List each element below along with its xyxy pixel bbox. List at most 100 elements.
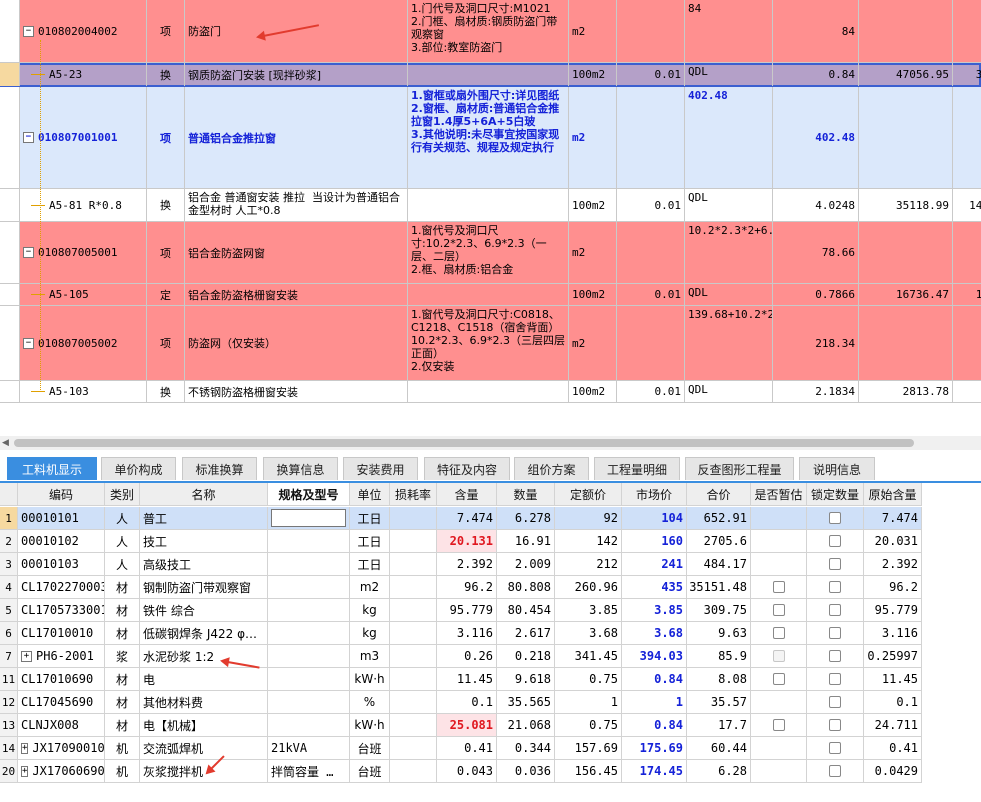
cell-content[interactable]: 3.116 [437,622,497,644]
cell-qty[interactable]: 80.808 [497,576,555,598]
cell-price[interactable] [859,87,953,188]
quota-row[interactable]: A5-103 换 不锈钢防盗格栅窗安装 100m2 0.01 QDL 2.1834 2813.… [0,381,981,403]
cell-price[interactable] [859,222,953,283]
cell-loss[interactable] [390,553,437,575]
spec-edit-field[interactable] [271,509,346,527]
table-row[interactable]: 2 00010102 人技工 工日 20.131 16.91 142 160 2705.6 20.… [0,530,922,553]
cell-est[interactable] [751,599,807,621]
column-header[interactable]: 合价 [687,483,751,505]
cell-name[interactable]: 电 [140,668,268,690]
cell-extra[interactable]: 141 [953,189,981,221]
cell-market[interactable]: 3.85 [622,599,687,621]
cell-type[interactable]: 人 [105,553,140,575]
cell-qty[interactable]: 0.036 [497,760,555,782]
cell-type[interactable]: 材 [105,691,140,713]
cell-desc[interactable] [408,63,569,86]
checkbox[interactable] [772,627,785,639]
cell-extra[interactable] [953,0,981,62]
cell-qty[interactable] [617,0,685,62]
cell-qty[interactable]: 80.454 [497,599,555,621]
checkbox[interactable] [829,535,841,547]
cell-total[interactable]: 35.57 [687,691,751,713]
cell-lock[interactable] [807,622,864,644]
column-header[interactable]: 规格及型号 [268,483,350,505]
cell-est[interactable] [751,760,807,782]
tab-4[interactable]: 安装费用 [343,457,418,480]
cell-name[interactable]: 水泥砂浆 1:2 [140,645,268,667]
column-header[interactable]: 名称 [140,483,268,505]
checkbox[interactable] [829,765,841,777]
collapse-toggle-icon[interactable]: − [23,247,34,258]
cell-unit[interactable]: 工日 [350,553,390,575]
table-row[interactable]: 13 CLNJX008 材电【机械】 kW·h 25.081 21.068 0.75 0.84… [0,714,922,737]
cell-unit[interactable]: 100m2 [569,189,617,221]
checkbox[interactable] [829,673,841,685]
collapse-toggle-icon[interactable]: − [23,337,34,349]
cell-est[interactable] [751,576,807,598]
column-header[interactable]: 定额价 [555,483,622,505]
cell-total[interactable]: 2705.6 [687,530,751,552]
cell-lock[interactable] [807,507,864,529]
cell-unit[interactable]: 100m2 [569,381,617,402]
cell-est[interactable] [751,714,807,736]
cell-desc[interactable]: 1.门代号及洞口尺寸:M1021 2.门框、扇材质:钢质防盗门带观察窗 3.部位… [408,0,569,62]
cell-unit[interactable]: 工日 [350,507,390,529]
column-header[interactable]: 原始含量 [864,483,922,505]
cell-name[interactable]: 防盗门 [185,0,408,62]
cell-market[interactable]: 160 [622,530,687,552]
column-header[interactable]: 单位 [350,483,390,505]
cell-est[interactable] [751,530,807,552]
cell-content[interactable]: 0.26 [437,645,497,667]
tab-6[interactable]: 组价方案 [514,457,589,480]
column-header[interactable]: 数量 [497,483,555,505]
cell-base[interactable]: 341.45 [555,645,622,667]
cell-lock[interactable] [807,576,864,598]
cell-est[interactable] [751,645,807,667]
cell-code[interactable]: CL1702270003 [18,576,105,598]
cell-orig[interactable]: 24.711 [864,714,922,736]
cell-type[interactable]: 材 [105,668,140,690]
cell-orig[interactable]: 0.0429 [864,760,922,782]
cell-type[interactable]: 材 [105,576,140,598]
cell-name[interactable]: 铝合金 普通窗安装 推拉 当设计为普通铝合金型材时 人工*0.8 [185,189,408,221]
cell-base[interactable]: 212 [555,553,622,575]
cell-price[interactable] [859,0,953,62]
cell-code[interactable]: CL1705733001 [18,599,105,621]
cell-total[interactable]: 60.44 [687,737,751,759]
cell-market[interactable]: 1 [622,691,687,713]
checkbox[interactable] [829,696,841,708]
cell-type[interactable]: 机 [105,737,140,759]
checkbox[interactable] [772,581,785,593]
cell-cat[interactable]: 换 [147,63,185,86]
cell-total[interactable]: 4.0248 [773,189,859,221]
cell-loss[interactable] [390,530,437,552]
cell-spec[interactable] [268,507,350,529]
cell-total[interactable]: 84 [773,0,859,62]
cell-orig[interactable]: 11.45 [864,668,922,690]
cell-desc[interactable]: 1.窗代号及洞口尺寸:C0818、C1218、C1518（宿舍背面）10.2*2… [408,306,569,380]
cell-spec[interactable] [268,645,350,667]
cell-name[interactable]: 防盗网（仅安装） [185,306,408,380]
cell-unit[interactable]: 100m2 [569,63,617,86]
column-header[interactable]: 市场价 [622,483,687,505]
scrollbar-thumb[interactable] [14,439,914,447]
cell-spec[interactable] [268,553,350,575]
cell-total[interactable]: 9.63 [687,622,751,644]
cell-expr[interactable]: QDL [685,381,773,402]
cell-unit[interactable]: m2 [569,306,617,380]
cell-base[interactable]: 142 [555,530,622,552]
cell-total[interactable]: 6.28 [687,760,751,782]
cell-total[interactable]: 0.84 [773,63,859,86]
table-row[interactable]: 11 CL17010690 材电 kW·h 11.45 9.618 0.75 0.84 8.08… [0,668,922,691]
cell-name[interactable]: 普工 [140,507,268,529]
cell-unit[interactable]: kW·h [350,714,390,736]
cell-total[interactable]: 85.9 [687,645,751,667]
cell-name[interactable]: 铁件 综合 [140,599,268,621]
cell-unit[interactable]: kg [350,622,390,644]
cell-desc[interactable]: 1.窗代号及洞口尺寸:10.2*2.3、6.9*2.3（一层、二层） 2.框、扇… [408,222,569,283]
table-row[interactable]: 12 CL17045690 材其他材料费% 0.1 35.565 1 1 35.57 0.1 [0,691,922,714]
cell-total[interactable]: 0.7866 [773,284,859,305]
table-row[interactable]: 3 00010103 人高级技工 工日 2.392 2.009 212 241 484.17 2.… [0,553,922,576]
cell-orig[interactable]: 96.2 [864,576,922,598]
checkbox[interactable] [829,627,841,639]
